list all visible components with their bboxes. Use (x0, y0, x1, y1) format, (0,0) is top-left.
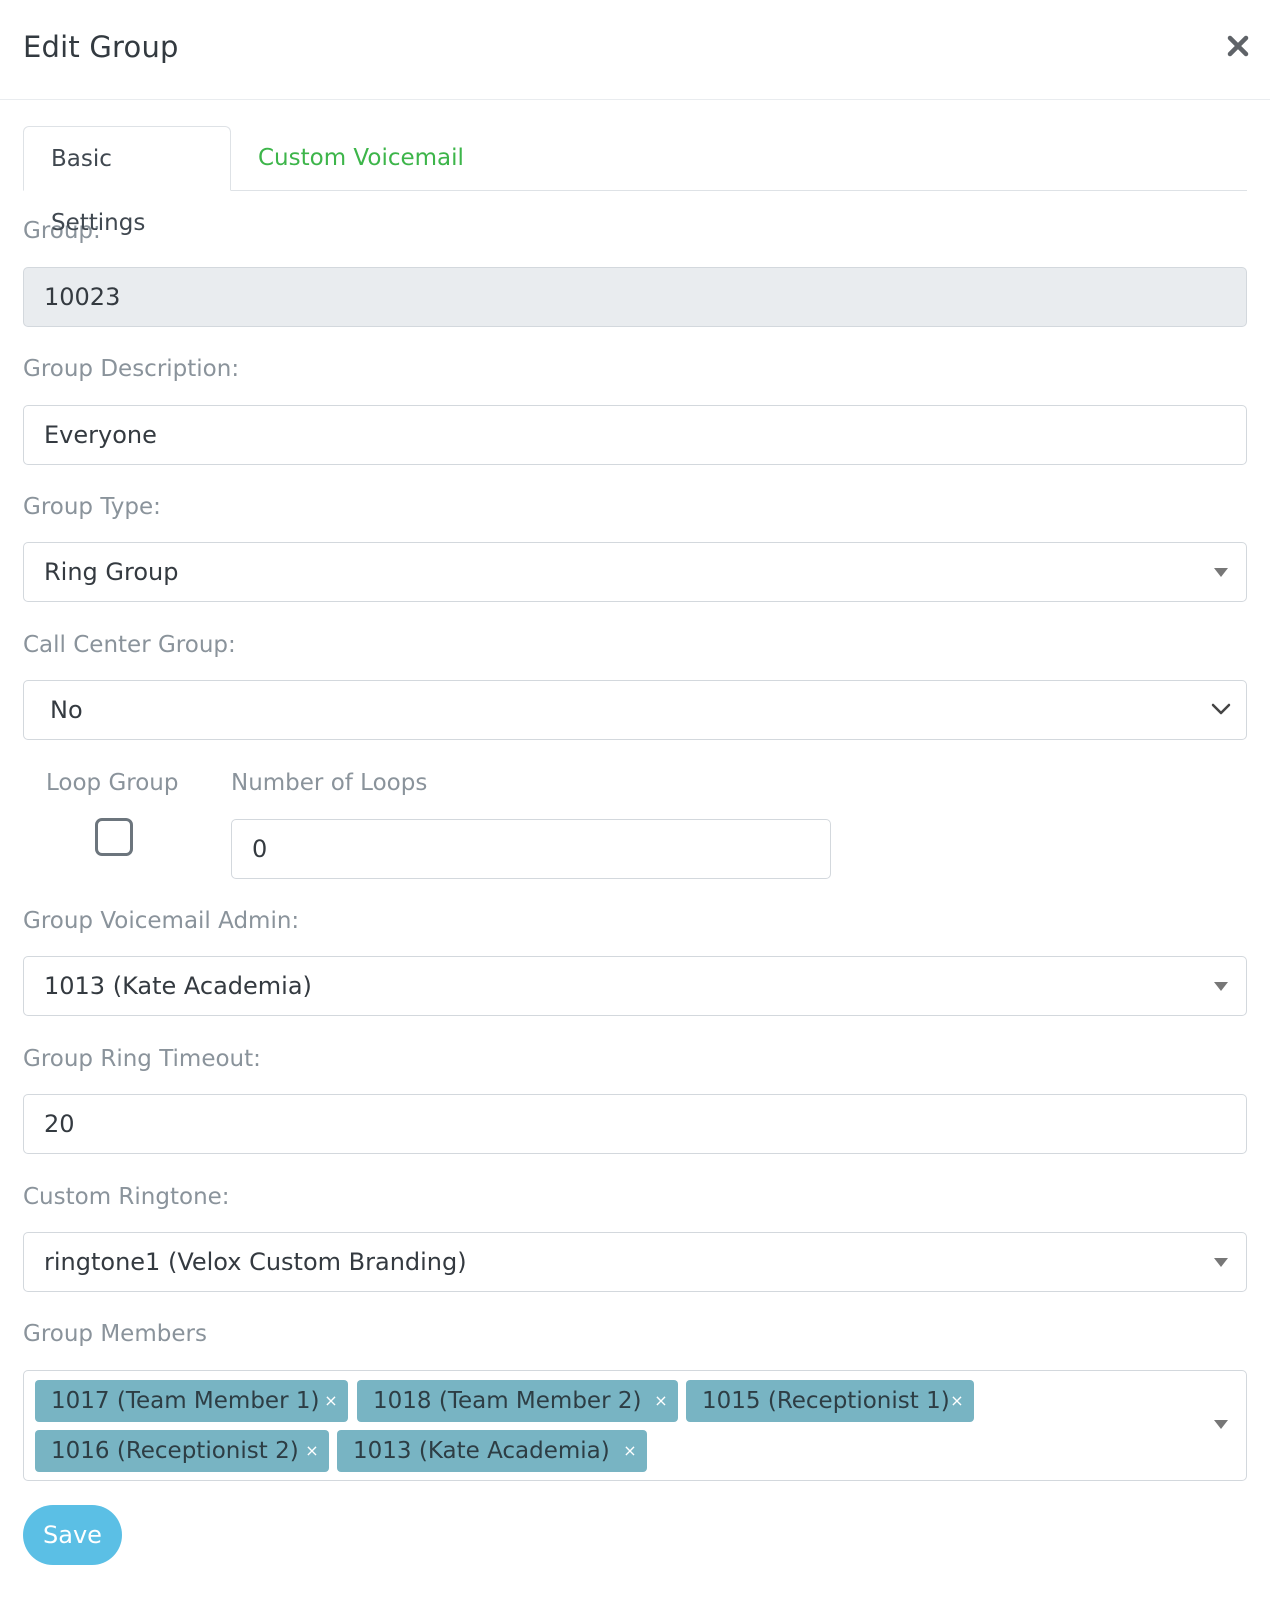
number-of-loops-input[interactable] (231, 819, 831, 879)
caret-down-icon (1214, 568, 1228, 577)
custom-ringtone-label: Custom Ringtone: (23, 1184, 230, 1210)
group-members-label: Group Members (23, 1321, 207, 1347)
member-chip: 1016 (Receptionist 2) × (35, 1430, 329, 1472)
call-center-select[interactable]: No (23, 680, 1247, 740)
member-chip: 1013 (Kate Academia) × (337, 1430, 647, 1472)
tab-custom-voicemail[interactable]: Custom Voicemail (231, 126, 491, 191)
remove-member-icon[interactable]: × (322, 1380, 340, 1422)
edit-group-modal: Edit Group Basic Settings Custom Voicema… (0, 0, 1270, 1614)
modal-header: Edit Group (0, 0, 1270, 100)
remove-member-icon[interactable]: × (652, 1380, 670, 1422)
modal-title: Edit Group (23, 30, 179, 64)
member-chip-label: 1016 (Receptionist 2) (51, 1438, 299, 1464)
caret-down-icon (1214, 982, 1228, 991)
close-icon (1227, 35, 1249, 57)
ring-timeout-label: Group Ring Timeout: (23, 1046, 261, 1072)
member-chip: 1018 (Team Member 2) × (357, 1380, 678, 1422)
number-of-loops-label: Number of Loops (231, 770, 428, 796)
custom-ringtone-select[interactable]: ringtone1 (Velox Custom Branding) (23, 1232, 1247, 1292)
loop-group-label: Loop Group (46, 770, 179, 796)
chevron-down-icon (1211, 703, 1231, 715)
voicemail-admin-value: 1013 (Kate Academia) (44, 972, 312, 1000)
group-description-label: Group Description: (23, 356, 240, 382)
tab-bar: Basic Settings Custom Voicemail (23, 126, 1247, 236)
voicemail-admin-select[interactable]: 1013 (Kate Academia) (23, 956, 1247, 1016)
caret-down-icon (1214, 1258, 1228, 1267)
member-chip: 1015 (Receptionist 1) × (686, 1380, 974, 1422)
custom-ringtone-value: ringtone1 (Velox Custom Branding) (44, 1248, 467, 1276)
remove-member-icon[interactable]: × (303, 1430, 321, 1472)
call-center-value: No (50, 696, 83, 724)
remove-member-icon[interactable]: × (621, 1430, 639, 1472)
save-button[interactable]: Save (23, 1505, 122, 1565)
call-center-label: Call Center Group: (23, 632, 236, 658)
group-members-select[interactable]: 1017 (Team Member 1) × 1018 (Team Member… (23, 1370, 1247, 1481)
close-button[interactable] (1224, 32, 1252, 60)
member-chip-label: 1015 (Receptionist 1) (702, 1388, 950, 1414)
remove-member-icon[interactable]: × (948, 1380, 966, 1422)
member-chip: 1017 (Team Member 1) × (35, 1380, 348, 1422)
ring-timeout-input[interactable] (23, 1094, 1247, 1154)
group-type-value: Ring Group (44, 558, 179, 586)
member-chip-label: 1013 (Kate Academia) (353, 1438, 610, 1464)
group-number-field[interactable] (23, 267, 1247, 327)
member-chip-label: 1018 (Team Member 2) (373, 1388, 642, 1414)
group-type-select[interactable]: Ring Group (23, 542, 1247, 602)
group-description-input[interactable] (23, 405, 1247, 465)
loop-group-checkbox[interactable] (95, 818, 133, 856)
voicemail-admin-label: Group Voicemail Admin: (23, 908, 300, 934)
member-chip-label: 1017 (Team Member 1) (51, 1388, 320, 1414)
group-type-label: Group Type: (23, 494, 161, 520)
tab-basic-settings[interactable]: Basic Settings (23, 126, 231, 236)
caret-down-icon (1214, 1420, 1228, 1429)
